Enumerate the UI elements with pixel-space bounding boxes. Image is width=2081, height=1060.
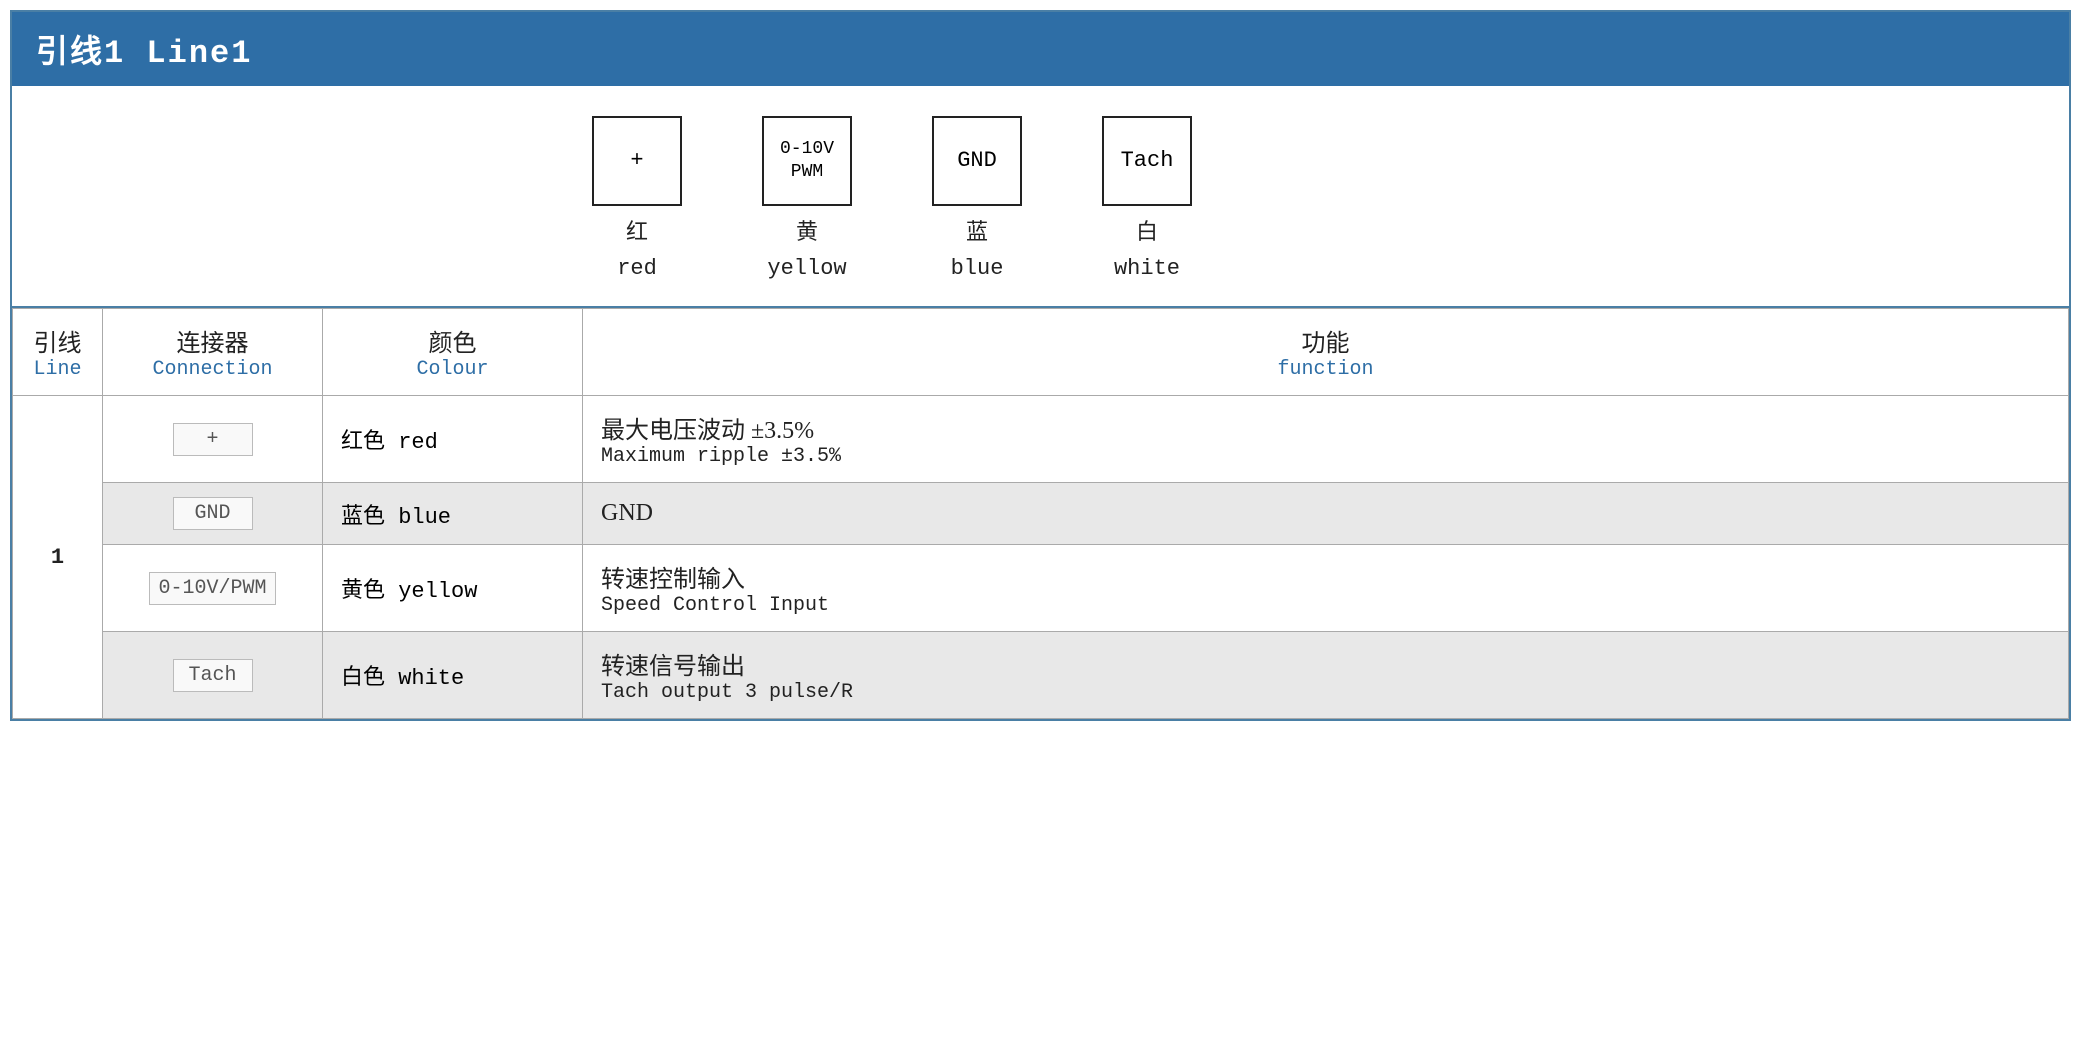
th-function: 功能 function [583,309,2069,396]
func-gnd: GND [583,483,2069,545]
pin-pwm: 0-10VPWM 黄 yellow [762,116,852,286]
pin-label-tach: 白 white [1114,216,1180,286]
th-connection: 连接器 Connection [103,309,323,396]
func-speed: 转速控制输入 Speed Control Input [583,545,2069,632]
pin-label-gnd: 蓝 blue [951,216,1004,286]
pin-label-plus: 红 red [617,216,657,286]
colour-blue: 蓝色 blue [323,483,583,545]
table-row: 1 + 红色 red 最大电压波动 ±3.5% Maximum ripple ±… [13,396,2069,483]
colour-white: 白色 white [323,632,583,719]
pin-box-tach: Tach [1102,116,1192,206]
line-number: 1 [13,396,103,719]
pin-en-tach: white [1114,251,1180,286]
main-container: 引线1 Line1 + 红 red 0-10VPWM 黄 yellow GND … [10,10,2071,721]
pin-cn-gnd: 蓝 [951,216,1004,251]
th-colour: 颜色 Colour [323,309,583,396]
func-tach: 转速信号输出 Tach output 3 pulse/R [583,632,2069,719]
pin-cn-plus: 红 [617,216,657,251]
pin-box-plus: + [592,116,682,206]
func-ripple: 最大电压波动 ±3.5% Maximum ripple ±3.5% [583,396,2069,483]
pin-box-pwm: 0-10VPWM [762,116,852,206]
connector-gnd: GND [103,483,323,545]
title-bar: 引线1 Line1 [12,12,2069,86]
wiring-table: 引线 Line 连接器 Connection 颜色 Colour 功能 func… [12,308,2069,719]
pin-tach: Tach 白 white [1102,116,1192,286]
colour-red: 红色 red [323,396,583,483]
table-row: GND 蓝色 blue GND [13,483,2069,545]
table-row: Tach 白色 white 转速信号输出 Tach output 3 pulse… [13,632,2069,719]
table-header-row: 引线 Line 连接器 Connection 颜色 Colour 功能 func… [13,309,2069,396]
page-title: 引线1 Line1 [36,35,252,72]
connector-tach: Tach [103,632,323,719]
pin-cn-tach: 白 [1114,216,1180,251]
pin-en-plus: red [617,251,657,286]
pin-gnd: GND 蓝 blue [932,116,1022,286]
pin-label-pwm: 黄 yellow [767,216,846,286]
pin-box-gnd: GND [932,116,1022,206]
pin-en-pwm: yellow [767,251,846,286]
pin-plus: + 红 red [592,116,682,286]
connector-plus: + [103,396,323,483]
colour-yellow: 黄色 yellow [323,545,583,632]
connector-pwm: 0-10V/PWM [103,545,323,632]
pin-en-gnd: blue [951,251,1004,286]
table-row: 0-10V/PWM 黄色 yellow 转速控制输入 Speed Control… [13,545,2069,632]
diagram-row: + 红 red 0-10VPWM 黄 yellow GND 蓝 blue Tac… [12,86,2069,308]
pin-cn-pwm: 黄 [767,216,846,251]
th-line: 引线 Line [13,309,103,396]
